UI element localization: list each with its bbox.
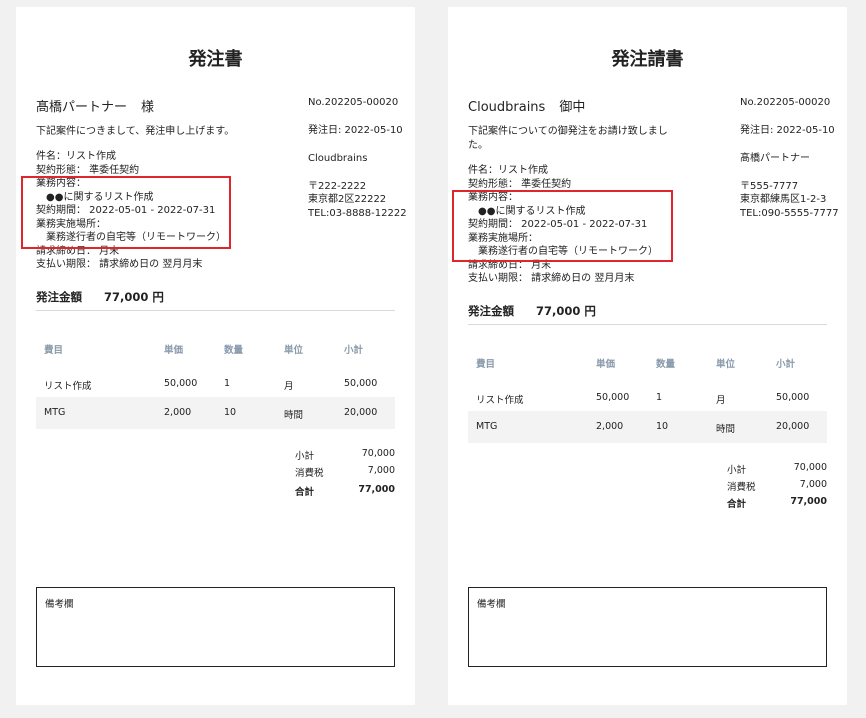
intro-text: 下記案件についての御発注をお請け致しまし た。 <box>468 125 668 152</box>
cell-item: リスト作成 <box>476 395 524 406</box>
subtotal-value: 70,000 <box>793 462 827 473</box>
order-date: 発注日: 2022-05-10 <box>308 125 403 136</box>
header-item: 費目 <box>476 359 496 370</box>
intro-line-1: 下記案件についての御発注をお請け致しまし <box>468 126 668 137</box>
table-row: リスト作成 50,000 1 月 50,000 <box>36 368 395 400</box>
amount-label: 発注金額 <box>468 304 514 318</box>
cell-unit-price: 50,000 <box>164 378 198 389</box>
order-amount: 発注金額 77,000 円 <box>36 289 164 305</box>
cell-unit: 時間 <box>284 410 304 421</box>
table-row: MTG 2,000 10 時間 20,000 <box>36 397 395 429</box>
header-subtotal: 小計 <box>776 359 796 370</box>
addressee: 髙橋パートナー様 <box>36 96 154 115</box>
notes-box: 備考欄 <box>36 587 395 667</box>
header-item: 費目 <box>44 345 64 356</box>
document-number: No.202205-00020 <box>740 97 831 108</box>
cell-subtotal: 20,000 <box>344 407 378 418</box>
detail-payment-deadline: 支払い期限： 請求締め日の 翌月月末 <box>468 273 635 284</box>
subtotal-value: 70,000 <box>361 448 395 459</box>
amount-value: 77,000 円 <box>536 304 596 318</box>
honorific: 様 <box>141 100 155 115</box>
document-number: No.202205-00020 <box>308 97 399 108</box>
header-unit-price: 単価 <box>164 345 184 356</box>
document-title: 発注請書 <box>611 49 684 70</box>
purchase-order-document: 発注書 髙橋パートナー様 下記案件につきまして、発注申し上げます。 件名：リスト… <box>16 7 415 705</box>
document-title: 発注書 <box>188 49 243 70</box>
intro-line-2: た。 <box>468 139 488 151</box>
header-quantity: 数量 <box>656 359 676 370</box>
highlight-box <box>452 190 673 262</box>
issuer-address: 東京都練馬区1-2-3 <box>740 194 827 205</box>
honorific: 御中 <box>559 100 586 115</box>
amount-label: 発注金額 <box>36 290 82 304</box>
amount-value: 77,000 円 <box>104 290 164 304</box>
cell-quantity: 1 <box>224 378 231 389</box>
addressee-name: 髙橋パートナー <box>36 100 128 115</box>
notes-label: 備考欄 <box>477 599 506 610</box>
issuer-postal: 〒555-7777 <box>740 181 799 192</box>
detail-contract-type: 契約形態： 準委任契約 <box>468 178 572 190</box>
table-row: リスト作成 50,000 1 月 50,000 <box>468 382 827 414</box>
detail-payment-deadline: 支払い期限： 請求締め日の 翌月月末 <box>36 259 203 270</box>
cell-subtotal: 50,000 <box>776 392 810 403</box>
total-value: 77,000 <box>358 484 395 495</box>
cell-quantity: 1 <box>656 392 663 403</box>
cell-item: MTG <box>476 421 498 432</box>
cell-unit-price: 2,000 <box>164 407 192 418</box>
cell-unit-price: 2,000 <box>596 421 624 432</box>
issuer-postal: 〒222-2222 <box>308 181 367 192</box>
cell-unit: 時間 <box>716 424 736 435</box>
header-unit: 単位 <box>716 359 736 370</box>
order-amount: 発注金額 77,000 円 <box>468 303 596 319</box>
cell-unit: 月 <box>284 381 294 392</box>
total-label: 合計 <box>295 487 315 498</box>
notes-box: 備考欄 <box>468 587 827 667</box>
order-acceptance-document: 発注請書 Cloudbrains 御中 下記案件についての御発注をお請け致しまし … <box>448 7 847 705</box>
tax-value: 7,000 <box>799 479 827 490</box>
cell-quantity: 10 <box>224 407 237 418</box>
total-label: 合計 <box>727 499 747 510</box>
highlight-box <box>21 176 231 249</box>
cell-unit-price: 50,000 <box>596 392 630 403</box>
header-unit: 単位 <box>284 345 304 356</box>
divider <box>468 324 827 325</box>
issuer-address: 東京都2区22222 <box>308 194 387 205</box>
detail-contract-type: 契約形態： 準委任契約 <box>36 164 140 176</box>
intro-text: 下記案件につきまして、発注申し上げます。 <box>36 126 235 137</box>
header-unit-price: 単価 <box>596 359 616 370</box>
header-quantity: 数量 <box>224 345 244 356</box>
total-value: 77,000 <box>790 496 827 507</box>
cell-subtotal: 20,000 <box>776 421 810 432</box>
detail-subject: 件名：リスト作成 <box>468 165 548 176</box>
tax-label: 消費税 <box>295 468 324 479</box>
subtotal-label: 小計 <box>727 465 747 476</box>
notes-label: 備考欄 <box>45 599 74 610</box>
issuer-tel: TEL:03-8888-12222 <box>308 208 407 219</box>
order-date: 発注日: 2022-05-10 <box>740 125 835 136</box>
cell-item: MTG <box>44 407 66 418</box>
header-subtotal: 小計 <box>344 345 364 356</box>
cell-subtotal: 50,000 <box>344 378 378 389</box>
subtotal-label: 小計 <box>295 451 315 462</box>
cell-quantity: 10 <box>656 421 669 432</box>
addressee: Cloudbrains 御中 <box>468 96 585 115</box>
cell-unit: 月 <box>716 395 726 406</box>
issuer-name: Cloudbrains <box>308 153 368 164</box>
issuer-tel: TEL:090-5555-7777 <box>740 208 839 219</box>
issuer-name: 髙橋パートナー <box>740 153 810 164</box>
tax-label: 消費税 <box>727 482 756 493</box>
detail-subject: 件名：リスト作成 <box>36 151 116 162</box>
table-row: MTG 2,000 10 時間 20,000 <box>468 411 827 443</box>
divider <box>36 310 395 311</box>
cell-item: リスト作成 <box>44 381 92 392</box>
tax-value: 7,000 <box>367 465 395 476</box>
addressee-name: Cloudbrains <box>468 100 546 115</box>
